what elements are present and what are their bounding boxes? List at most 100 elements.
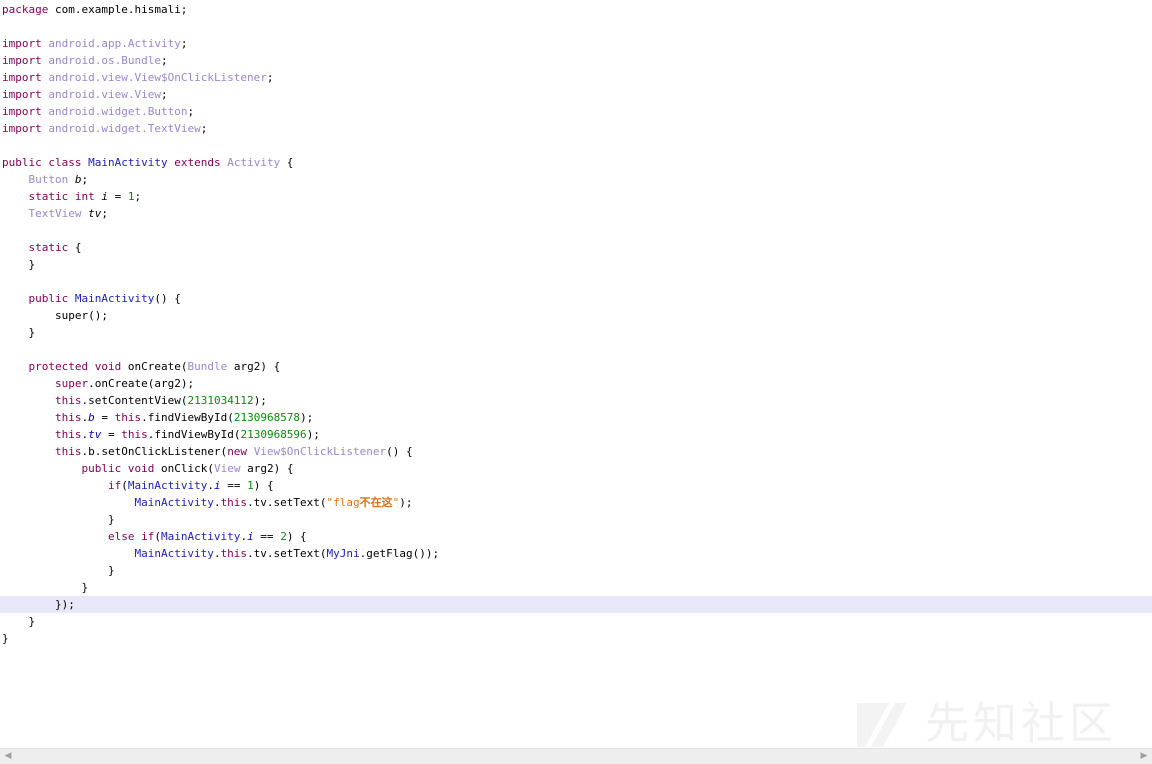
keyword-import: import (2, 37, 42, 50)
superclass-name: Activity (227, 156, 281, 169)
import-path: android.view.View (48, 88, 161, 101)
keyword-this: this (220, 547, 248, 560)
import-line-4: import android.view.View; (2, 88, 168, 101)
keyword-this: this (114, 411, 142, 424)
field-name: tv (88, 207, 102, 220)
import-path: android.os.Bundle (48, 54, 161, 67)
field-ref-b: b (88, 411, 95, 424)
if-line: if(MainActivity.i == 1) { (107, 479, 274, 492)
keyword-this: this (54, 411, 82, 424)
textview-id: 2130968596 (240, 428, 307, 441)
super-method: .onCreate(arg2); (88, 377, 195, 390)
class-ref: MainActivity (134, 547, 214, 560)
param-name: arg2 (233, 360, 261, 373)
static-block-open: static { (28, 241, 82, 254)
onclick-declaration: public void onClick(View arg2) { (81, 462, 294, 475)
horizontal-scrollbar[interactable]: ◀ ▶ (0, 748, 1152, 764)
source-code: package com.example.hismali; import andr… (0, 1, 1152, 647)
set-listener-call: .b.setOnClickListener( (81, 445, 228, 458)
listener-type: View$OnClickListener (253, 445, 387, 458)
package-name: com.example.hismali; (48, 3, 188, 16)
field-value: 1 (127, 190, 135, 203)
constructor-close: } (2, 326, 36, 339)
field-name: b (74, 173, 82, 186)
keyword-import: import (2, 88, 42, 101)
compare-value: 2 (280, 530, 287, 543)
keyword-extends: extends (174, 156, 221, 169)
current-line-highlight: }); (0, 596, 1152, 613)
import-path: android.view.View$OnClickListener (48, 71, 267, 84)
find-view-tv-line: this.tv = this.findViewById(2130968596); (54, 428, 320, 441)
string-literal-prefix: "flag (326, 496, 360, 509)
field-type: Button (28, 173, 69, 186)
scroll-right-arrow-icon[interactable]: ▶ (1136, 749, 1152, 764)
keyword-public-void: public void (81, 462, 155, 475)
watermark: 先知社区 (855, 697, 1145, 748)
import-line-2: import android.os.Bundle; (2, 54, 168, 67)
set-text-jni-line: MainActivity.this.tv.setText(MyJni.getFl… (134, 547, 440, 560)
field-ref-i: i (247, 530, 254, 543)
field-static-int: static int i = 1; (28, 190, 142, 203)
import-path: android.widget.Button (48, 105, 188, 118)
param-type: View (213, 462, 241, 475)
keyword-this: this (220, 496, 248, 509)
import-line-3: import android.view.View$OnClickListener… (2, 71, 274, 84)
keyword-new: new (227, 445, 248, 458)
constructor-name: MainActivity (74, 292, 155, 305)
keyword-this: this (54, 394, 82, 407)
set-text-call: .tv.setText( (247, 496, 327, 509)
field-ref-i: i (213, 479, 221, 492)
oncreate-super-call: super.onCreate(arg2); (2, 375, 1152, 392)
set-text-flag-line: MainActivity.this.tv.setText("flag不在这"); (134, 496, 413, 509)
class-name: MainActivity (88, 156, 168, 169)
compare-value: 1 (247, 479, 254, 492)
xianzhi-logo-icon (857, 703, 907, 747)
import-line-1: import android.app.Activity; (2, 37, 188, 50)
string-literal-suffix: " (392, 496, 400, 509)
super-call: super(); (54, 309, 108, 322)
keyword-this: this (121, 428, 148, 441)
oncreate-close: } (2, 615, 36, 628)
find-view-call: .findViewById( (141, 411, 234, 424)
code-editor[interactable]: package com.example.hismali; import andr… (0, 0, 1152, 748)
layout-id: 2131034112 (187, 394, 254, 407)
set-content-view-line: this.setContentView(2131034112); (54, 394, 267, 407)
class-ref: MainActivity (134, 496, 214, 509)
set-content-view-call: .setContentView( (81, 394, 188, 407)
field-textview: TextView tv; (28, 207, 108, 220)
keyword-public: public (28, 292, 69, 305)
import-path: android.app.Activity (48, 37, 181, 50)
find-view-b-line: this.b = this.findViewById(2130968578); (54, 411, 314, 424)
field-button: Button b; (28, 173, 89, 186)
else-if-close: } (2, 564, 115, 577)
method-name: onCreate (127, 360, 181, 373)
get-flag-call: .getFlag()); (359, 547, 440, 560)
keyword-super: super (54, 377, 89, 390)
class-ref: MainActivity (127, 479, 208, 492)
field-name: i (101, 190, 108, 203)
keyword-import: import (2, 122, 42, 135)
static-block-close: } (2, 258, 36, 271)
oncreate-declaration: protected void onCreate(Bundle arg2) { (28, 360, 281, 373)
constructor-declaration: public MainActivity() { (28, 292, 181, 305)
keyword-import: import (2, 71, 42, 84)
if-close: } (2, 513, 115, 526)
watermark-text: 先知社区 (925, 698, 1117, 749)
constructor-body: super(); (2, 307, 1152, 324)
class-declaration: public class MainActivity extends Activi… (2, 156, 294, 169)
keyword-static: static (28, 241, 69, 254)
onclick-close: } (2, 581, 89, 594)
scroll-left-arrow-icon[interactable]: ◀ (0, 749, 16, 764)
class-ref: MainActivity (160, 530, 241, 543)
keyword-import: import (2, 54, 42, 67)
keyword-import: import (2, 105, 42, 118)
param-type: Bundle (187, 360, 228, 373)
else-if-line: else if(MainActivity.i == 2) { (107, 530, 307, 543)
param-name: arg2 (247, 462, 274, 475)
set-listener-line: this.b.setOnClickListener(new View$OnCli… (54, 445, 413, 458)
keyword-if: if (107, 479, 122, 492)
